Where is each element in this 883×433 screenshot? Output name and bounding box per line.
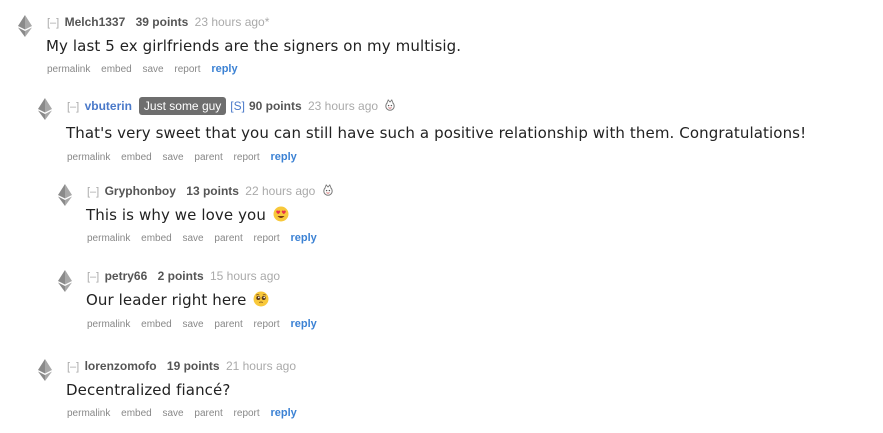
permalink-button[interactable]: permalink	[67, 152, 110, 163]
pleading-face-emoji-icon	[253, 291, 269, 307]
report-button[interactable]: report	[254, 319, 280, 330]
comment-buttons: permalink embed save parent report reply	[87, 231, 325, 246]
comment-body: My last 5 ex girlfriends are the signers…	[46, 37, 462, 55]
permalink-button[interactable]: permalink	[47, 64, 90, 75]
parent-button[interactable]: parent	[214, 319, 242, 330]
comment-author[interactable]: lorenzomofo	[85, 359, 157, 373]
submitter-tag[interactable]: [S]	[230, 99, 245, 113]
comment-buttons: permalink embed save parent report reply	[67, 150, 305, 165]
comment-tagline: [–] petry66 2 points 15 hours ago	[87, 268, 280, 285]
embed-button[interactable]: embed	[121, 408, 152, 419]
ethereum-diamond-icon[interactable]	[58, 270, 72, 292]
reply-button[interactable]: reply	[270, 151, 296, 163]
comment-time: 23 hours ago	[194, 15, 265, 29]
ethereum-diamond-icon[interactable]	[58, 184, 72, 206]
comment-score: 2 points	[157, 269, 204, 283]
comment-tagline: [–] vbuterin Just some guy [S] 90 points 23…	[67, 97, 396, 116]
comment-body: This is why we love you	[86, 205, 289, 225]
comment-time: 22 hours ago	[245, 184, 316, 198]
comment-author[interactable]: petry66	[105, 269, 148, 283]
comment-body-text: This is why we love you	[86, 206, 266, 224]
comment-tagline: [–] lorenzomofo 19 points 21 hours ago	[67, 358, 296, 375]
comment-time: 15 hours ago	[209, 269, 281, 283]
user-flair: Just some guy	[138, 97, 227, 115]
save-button[interactable]: save	[183, 233, 204, 244]
reply-button[interactable]: reply	[270, 407, 296, 419]
permalink-button[interactable]: permalink	[67, 408, 110, 419]
ethereum-diamond-icon[interactable]	[38, 359, 52, 381]
heart-eyes-emoji-icon	[273, 206, 289, 222]
embed-button[interactable]: embed	[121, 152, 152, 163]
save-button[interactable]: save	[163, 152, 184, 163]
embed-button[interactable]: embed	[141, 233, 172, 244]
reply-button[interactable]: reply	[211, 63, 237, 75]
comment-tagline: [–] Gryphonboy 13 points 22 hours ago	[87, 183, 334, 200]
reply-button[interactable]: reply	[290, 232, 316, 244]
report-button[interactable]: report	[174, 64, 200, 75]
permalink-button[interactable]: permalink	[87, 233, 130, 244]
comment-time: 23 hours ago	[308, 99, 379, 114]
save-button[interactable]: save	[163, 408, 184, 419]
collapse-toggle[interactable]: [–]	[67, 101, 79, 113]
report-button[interactable]: report	[234, 408, 260, 419]
comment-author[interactable]: Gryphonboy	[105, 184, 176, 198]
save-button[interactable]: save	[143, 64, 164, 75]
edited-mark: *	[264, 15, 270, 29]
comment-tagline: [–] Melch1337 39 points 23 hours ago*	[47, 14, 269, 31]
comment-score: 90 points	[248, 99, 302, 114]
comment-body-text: Our leader right here	[86, 291, 247, 309]
embed-button[interactable]: embed	[101, 64, 132, 75]
collapse-toggle[interactable]: [–]	[87, 271, 99, 283]
report-button[interactable]: report	[234, 152, 260, 163]
reply-button[interactable]: reply	[290, 318, 316, 330]
comment-score: 19 points	[166, 359, 220, 373]
ethereum-diamond-icon[interactable]	[18, 15, 32, 37]
collapse-toggle[interactable]: [–]	[47, 17, 59, 29]
comment-author[interactable]: vbuterin	[85, 99, 132, 113]
comment-buttons: permalink embed save report reply	[47, 62, 246, 77]
comment-thread: [–] Melch1337 39 points 23 hours ago* My…	[0, 0, 883, 433]
comment-buttons: permalink embed save parent report reply	[67, 406, 305, 421]
parent-button[interactable]: parent	[194, 408, 222, 419]
report-button[interactable]: report	[254, 233, 280, 244]
award-icon[interactable]	[322, 184, 334, 196]
comment-score: 39 points	[135, 15, 189, 29]
comment-buttons: permalink embed save parent report reply	[87, 317, 325, 332]
parent-button[interactable]: parent	[214, 233, 242, 244]
comment-score: 13 points	[186, 184, 239, 198]
comment-author[interactable]: Melch1337	[65, 15, 126, 29]
permalink-button[interactable]: permalink	[87, 319, 130, 330]
collapse-toggle[interactable]: [–]	[67, 361, 79, 373]
award-icon[interactable]	[384, 99, 396, 111]
parent-button[interactable]: parent	[194, 152, 222, 163]
collapse-toggle[interactable]: [–]	[87, 186, 99, 198]
comment-body: That's very sweet that you can still hav…	[66, 124, 807, 142]
comment-body: Our leader right here	[86, 290, 269, 310]
embed-button[interactable]: embed	[141, 319, 172, 330]
comment-time: 21 hours ago	[225, 359, 297, 373]
save-button[interactable]: save	[183, 319, 204, 330]
comment-body: Decentralized fiancé?	[66, 381, 231, 399]
ethereum-diamond-icon[interactable]	[38, 98, 52, 120]
